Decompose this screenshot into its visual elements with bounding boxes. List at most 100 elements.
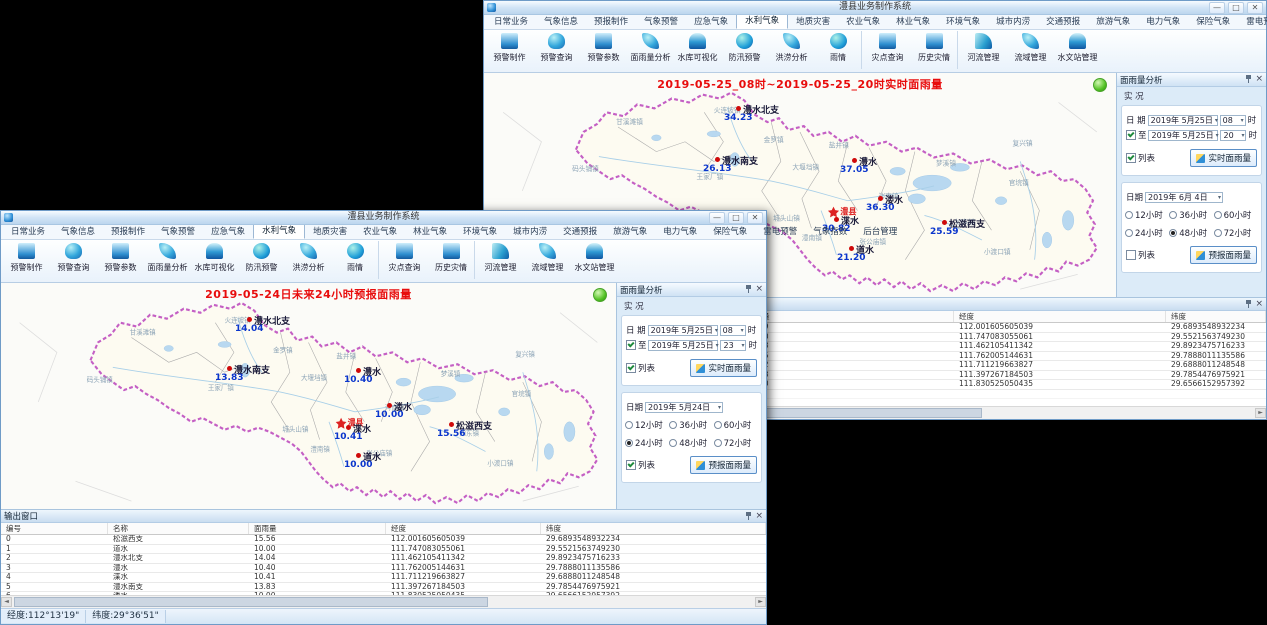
toolbar-button[interactable]: 预警查询 <box>533 31 580 69</box>
menu-tab[interactable]: 气象预警 <box>153 226 203 239</box>
menu-tab[interactable]: 应急气象 <box>686 16 736 29</box>
menu-tab[interactable]: 旅游气象 <box>1088 16 1138 29</box>
from-hour-select[interactable]: 08▾ <box>720 325 746 336</box>
front-titlebar[interactable]: 澧县业务制作系统 — □ ✕ <box>1 211 766 225</box>
menu-tab[interactable]: 预报制作 <box>103 226 153 239</box>
menu-tab[interactable]: 水利气象 <box>736 14 788 29</box>
duration-radio[interactable]: 36小时 <box>1169 209 1213 221</box>
maximize-button[interactable]: □ <box>728 212 744 224</box>
panel-header[interactable]: 面雨量分析 × <box>617 283 766 297</box>
menu-tab[interactable]: 交通预报 <box>555 226 605 239</box>
list-checkbox[interactable] <box>1126 250 1136 260</box>
toolbar-button[interactable]: 洪涝分析 <box>768 31 815 69</box>
back-titlebar[interactable]: 澧县业务制作系统 — □ ✕ <box>484 1 1266 15</box>
menu-tab[interactable]: 气象信息 <box>536 16 586 29</box>
forecast-date-select[interactable]: 2019年 6月 4日▾ <box>1145 192 1223 203</box>
forecast-date-select[interactable]: 2019年 5月24日▾ <box>645 402 723 413</box>
pin-icon[interactable] <box>745 512 752 521</box>
menu-tab[interactable]: 雷电预警 <box>1238 16 1267 29</box>
horizontal-scrollbar[interactable]: ◄ ► <box>1 595 766 608</box>
close-button[interactable]: ✕ <box>1247 2 1263 14</box>
minimize-button[interactable]: — <box>709 212 725 224</box>
toolbar-button[interactable]: 水文站管理 <box>1054 31 1101 69</box>
menu-tab[interactable]: 气象指数 <box>805 226 855 239</box>
duration-radio[interactable]: 36小时 <box>669 419 713 431</box>
col-latitude[interactable]: 纬度 <box>541 523 766 534</box>
toolbar-button[interactable]: 河流管理 <box>477 241 524 279</box>
table-row[interactable]: 2 澧水北支 14.04 111.462105411342 29.8923475… <box>1 554 766 564</box>
toolbar-button[interactable]: 洪涝分析 <box>285 241 332 279</box>
menu-tab[interactable]: 气象信息 <box>53 226 103 239</box>
toolbar-button[interactable]: 预警参数 <box>97 241 144 279</box>
table-row[interactable]: 5 澧水南支 13.83 111.397267184503 29.7854476… <box>1 583 766 593</box>
toolbar-button[interactable]: 历史灾情 <box>911 31 958 69</box>
duration-radio[interactable]: 48小时 <box>1169 227 1213 239</box>
menu-tab[interactable]: 保险气象 <box>1188 16 1238 29</box>
menu-tab[interactable]: 预报制作 <box>586 16 636 29</box>
table-row[interactable]: 1 道水 10.00 111.747083055061 29.552156374… <box>1 545 766 555</box>
close-icon[interactable]: × <box>755 285 763 294</box>
table-row[interactable]: 4 渫水 10.41 111.711219663827 29.688801124… <box>1 573 766 583</box>
col-longitude[interactable]: 经度 <box>386 523 541 534</box>
duration-radio[interactable]: 72小时 <box>1214 227 1258 239</box>
toolbar-button[interactable]: 防汛预警 <box>721 31 768 69</box>
toolbar-button[interactable]: 面雨量分析 <box>144 241 191 279</box>
duration-radio[interactable]: 12小时 <box>625 419 669 431</box>
col-name[interactable]: 名称 <box>108 523 249 534</box>
map-canvas[interactable]: 2019-05-24日未来24小时预报面雨量 澧水北支 14.04 澧水南支 1… <box>1 283 617 509</box>
to-hour-select[interactable]: 23▾ <box>720 340 746 351</box>
menu-tab[interactable]: 地质灾害 <box>305 226 355 239</box>
menu-tab[interactable]: 雷电预警 <box>755 226 805 239</box>
toolbar-button[interactable]: 水库可视化 <box>191 241 238 279</box>
list-checkbox[interactable] <box>1126 153 1136 163</box>
list-checkbox[interactable] <box>626 460 636 470</box>
scrollbar-thumb[interactable] <box>14 597 488 607</box>
menu-tab[interactable]: 城市内涝 <box>988 16 1038 29</box>
toolbar-button[interactable]: 水库可视化 <box>674 31 721 69</box>
panel-header[interactable]: 面雨量分析 × <box>1117 73 1266 87</box>
col-rainfall[interactable]: 面雨量 <box>742 311 954 322</box>
duration-radio[interactable]: 60小时 <box>1214 209 1258 221</box>
minimize-button[interactable]: — <box>1209 2 1225 14</box>
col-latitude[interactable]: 纬度 <box>1166 311 1266 322</box>
menu-tab[interactable]: 农业气象 <box>355 226 405 239</box>
to-date-select[interactable]: 2019年 5月25日▾ <box>1148 130 1218 141</box>
scroll-right-icon[interactable]: ► <box>755 597 766 607</box>
from-date-select[interactable]: 2019年 5月25日▾ <box>1148 115 1218 126</box>
menu-tab[interactable]: 交通预报 <box>1038 16 1088 29</box>
duration-radio[interactable]: 24小时 <box>625 437 669 449</box>
menu-tab[interactable]: 城市内涝 <box>505 226 555 239</box>
toolbar-button[interactable]: 雨情 <box>332 241 379 279</box>
col-id[interactable]: 编号 <box>1 523 108 534</box>
menu-tab[interactable]: 电力气象 <box>1138 16 1188 29</box>
to-checkbox[interactable] <box>1126 130 1136 140</box>
col-longitude[interactable]: 经度 <box>954 311 1166 322</box>
maximize-button[interactable]: □ <box>1228 2 1244 14</box>
col-rainfall[interactable]: 面雨量 <box>249 523 386 534</box>
toolbar-button[interactable]: 灾点查询 <box>381 241 428 279</box>
menu-tab[interactable]: 日常业务 <box>3 226 53 239</box>
list-checkbox[interactable] <box>626 363 636 373</box>
table-row[interactable]: 3 澧水 10.40 111.762005144631 29.788801113… <box>1 564 766 574</box>
pin-icon[interactable] <box>1245 75 1252 84</box>
realtime-rainfall-button[interactable]: 实时面雨量 <box>690 359 757 377</box>
scroll-left-icon[interactable]: ◄ <box>1 597 12 607</box>
forecast-rainfall-button[interactable]: 预报面雨量 <box>1190 246 1257 264</box>
pin-icon[interactable] <box>1245 300 1252 309</box>
menu-tab[interactable]: 地质灾害 <box>788 16 838 29</box>
menu-tab[interactable]: 应急气象 <box>203 226 253 239</box>
menu-tab[interactable]: 农业气象 <box>838 16 888 29</box>
menu-tab[interactable]: 电力气象 <box>655 226 705 239</box>
output-panel-header[interactable]: 输出窗口 × <box>1 509 766 523</box>
forecast-rainfall-button[interactable]: 预报面雨量 <box>690 456 757 474</box>
menu-tab[interactable]: 林业气象 <box>888 16 938 29</box>
duration-radio[interactable]: 60小时 <box>714 419 758 431</box>
toolbar-button[interactable]: 流域管理 <box>1007 31 1054 69</box>
globe-button[interactable] <box>1093 78 1107 92</box>
menu-tab[interactable]: 环境气象 <box>938 16 988 29</box>
table-row[interactable]: 0 松滋西支 15.56 112.001605605039 29.6893548… <box>1 535 766 545</box>
menu-tab[interactable]: 旅游气象 <box>605 226 655 239</box>
duration-radio[interactable]: 72小时 <box>714 437 758 449</box>
menu-tab[interactable]: 后台管理 <box>855 226 905 239</box>
menu-tab[interactable]: 保险气象 <box>705 226 755 239</box>
